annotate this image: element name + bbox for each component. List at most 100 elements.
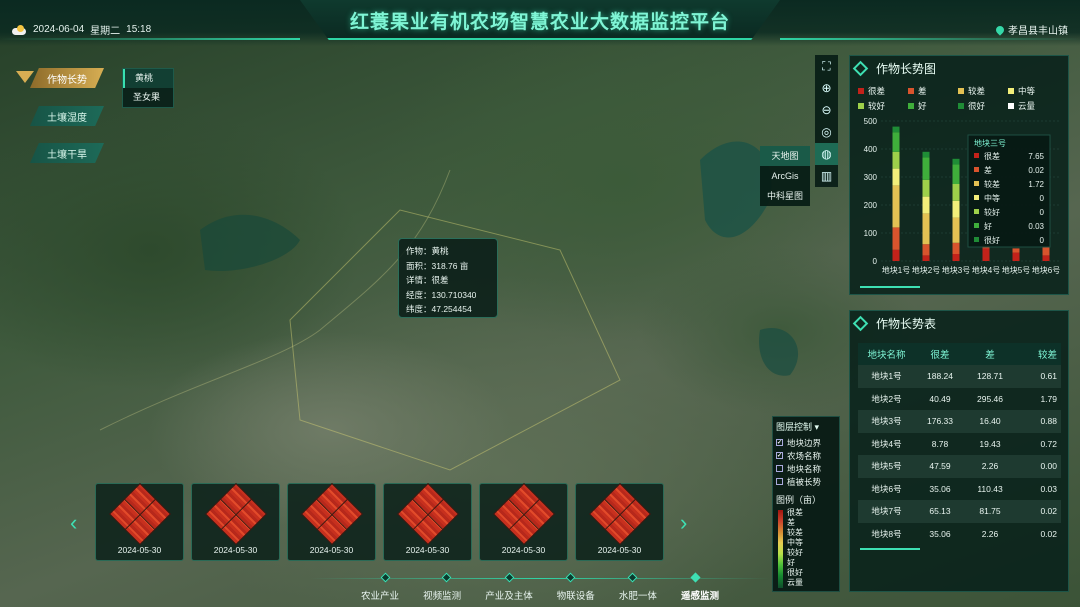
layer-toggle-plot-name[interactable]: 地块名称	[776, 462, 836, 475]
base-layer-zkxt[interactable]: 中科星图	[760, 186, 810, 206]
nav-industry-entity[interactable]: 产业及主体	[479, 588, 539, 602]
date: 2024-06-04	[33, 24, 85, 35]
tooltip-value: 0	[1040, 208, 1045, 217]
bar-segment	[952, 164, 960, 184]
nav-video-monitor[interactable]: 视频监测	[417, 588, 467, 602]
legend-swatch	[958, 103, 964, 109]
popup-lat: 纬度：47.254454	[406, 304, 472, 314]
location[interactable]: 孝昌县丰山镇	[994, 22, 1068, 37]
remote-sensing-thumbnail[interactable]: 2024-05-30	[383, 482, 472, 561]
legend-labels: 很差差较差 中等 较好好很好 云量	[787, 508, 803, 587]
table-cell: 地块6号	[871, 483, 902, 494]
table-cell: 地块2号	[871, 393, 902, 404]
nav-agri-industry[interactable]: 农业产业	[355, 588, 405, 602]
globe-icon[interactable]: ◍	[815, 143, 838, 165]
bar-segment	[952, 217, 960, 243]
crop-item-peach[interactable]: 黄桃	[123, 69, 173, 88]
thumbnail-image	[396, 482, 460, 546]
bar-segment	[1012, 252, 1020, 261]
layer-control: 图层控制 ▾ ✓ 地块边界 ✓ 农场名称 地块名称 植被长势 图例（亩） 很差差较差…	[772, 416, 840, 592]
table-header-cell: 地块名称	[867, 350, 906, 361]
zoom-out-icon[interactable]: ⊖	[815, 99, 838, 121]
table-row[interactable]: 地块3号 176.33 16.40 0.88	[858, 410, 1061, 433]
table-cell: 65.13	[929, 506, 951, 517]
thumbnail-image	[108, 482, 172, 546]
nav-remote-sensing[interactable]: 遥感监测	[675, 588, 725, 602]
popup-lon: 经度：130.710340	[406, 289, 477, 300]
checkbox[interactable]	[776, 465, 783, 472]
location-label: 孝昌县丰山镇	[1008, 26, 1068, 37]
tooltip-value: 0.03	[1028, 222, 1044, 231]
y-tick-label: 0	[873, 257, 878, 266]
table-row[interactable]: 地块2号 40.49 295.46 1.79	[858, 388, 1061, 411]
checkbox[interactable]: ✓	[776, 452, 783, 459]
legend-title: 图例（亩）	[776, 495, 822, 505]
layer-toggle-plot-boundary[interactable]: ✓ 地块边界	[776, 436, 836, 449]
checkbox[interactable]: ✓	[776, 439, 783, 446]
bar-segment	[892, 227, 900, 250]
crop-item-tomato[interactable]: 圣女果	[123, 88, 173, 107]
table-row[interactable]: 地块4号 8.78 19.43 0.72	[858, 433, 1061, 456]
growth-legend: 很差 差 较差 中等 较好 好 很好 云量	[858, 85, 1063, 115]
bar-segment	[922, 157, 930, 180]
page-title: 红蓑果业有机农场智慧农业大数据监控平台	[349, 12, 730, 33]
thumbnail-date: 2024-05-30	[117, 545, 162, 555]
layer-toggle-farm-name[interactable]: ✓ 农场名称	[776, 449, 836, 462]
tab-soil-drought[interactable]: 土壤干旱	[30, 143, 104, 163]
tooltip-label: 好	[984, 221, 992, 231]
table-row[interactable]: 地块8号 35.06 2.26 0.02	[858, 523, 1061, 546]
remote-sensing-thumbnail[interactable]: 2024-05-30	[479, 482, 568, 561]
table-row[interactable]: 地块1号 188.24 128.71 0.61	[858, 365, 1061, 388]
prev-arrow-icon[interactable]: ‹	[70, 510, 77, 536]
bar-segment	[892, 126, 900, 133]
table-cell: 地块7号	[871, 506, 902, 517]
bar-segment	[1042, 255, 1050, 261]
legend-swatch	[908, 88, 914, 94]
remote-sensing-thumbnail[interactable]: 2024-05-30	[95, 482, 184, 561]
dropdown-arrow-icon[interactable]: ▾	[815, 422, 820, 432]
legend-item: 好	[908, 100, 958, 112]
table-cell: 地块1号	[871, 371, 902, 382]
table-cell: 地块3号	[871, 416, 902, 427]
table-header-cell: 较差	[1037, 350, 1057, 361]
legend-item: 较差	[958, 85, 1008, 97]
legend-swatch	[908, 103, 914, 109]
layer-toggle-vegetation[interactable]: 植被长势	[776, 475, 836, 488]
nav-water-fertilizer[interactable]: 水肥一体	[613, 588, 663, 602]
next-arrow-icon[interactable]: ›	[680, 510, 687, 536]
base-layer-tianditu[interactable]: 天地图	[760, 146, 810, 166]
map-book-icon[interactable]: ▥	[815, 165, 838, 187]
weather-icon	[12, 24, 27, 35]
checkbox[interactable]	[776, 478, 783, 485]
table-cell: 81.75	[979, 506, 1001, 517]
table-cell: 0.02	[1040, 506, 1057, 517]
remote-sensing-thumbnail[interactable]: 2024-05-30	[575, 482, 664, 561]
thumbnail-date: 2024-05-30	[501, 545, 546, 555]
thumbnail-date: 2024-05-30	[405, 545, 450, 555]
legend-swatch	[1008, 103, 1014, 109]
layer-control-title[interactable]: 图层控制 ▾	[776, 420, 836, 433]
table-cell: 295.46	[977, 393, 1003, 404]
tab-soil-moisture[interactable]: 土壤湿度	[30, 106, 104, 126]
table-row[interactable]: 地块7号 65.13 81.75 0.02	[858, 500, 1061, 523]
table-cell: 2.26	[981, 461, 999, 472]
base-layer-arcgis[interactable]: ArcGis	[760, 166, 810, 186]
table-row[interactable]: 地块5号 47.59 2.26 0.00	[858, 455, 1061, 478]
popup-crop: 作物：黄桃	[406, 246, 449, 256]
tooltip-label: 较好	[984, 207, 1000, 217]
locate-icon[interactable]: ◎	[815, 121, 838, 143]
nav-iot-devices[interactable]: 物联设备	[551, 588, 601, 602]
base-layer-menu: 天地图 ArcGis 中科星图	[760, 146, 810, 206]
tooltip-label: 中等	[984, 193, 1000, 203]
legend-item: 云量	[1008, 100, 1058, 112]
growth-table-title: 作物长势表	[876, 316, 937, 331]
bar-segment	[952, 200, 960, 218]
table-cell: 0.03	[1040, 483, 1057, 494]
zoom-in-icon[interactable]: ⊕	[815, 77, 838, 99]
bar-segment	[922, 179, 930, 197]
fullscreen-icon[interactable]: ⛶	[815, 55, 838, 77]
remote-sensing-thumbnail[interactable]: 2024-05-30	[287, 482, 376, 561]
remote-sensing-thumbnail[interactable]: 2024-05-30	[191, 482, 280, 561]
tab-crop-growth[interactable]: 作物长势	[30, 68, 104, 88]
table-row[interactable]: 地块6号 35.06 110.43 0.03	[858, 478, 1061, 501]
